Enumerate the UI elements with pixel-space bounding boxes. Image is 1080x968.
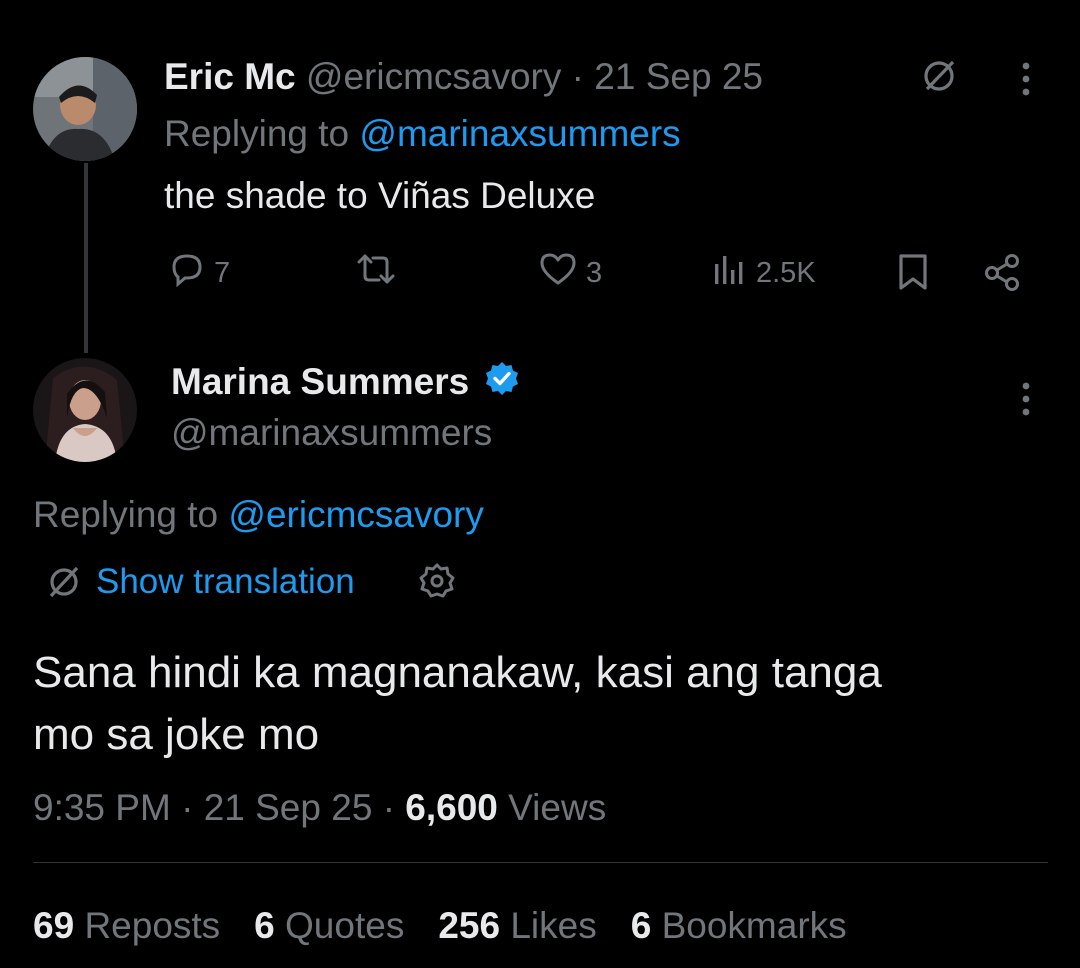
- main-meta-separator: ·: [181, 787, 194, 828]
- stat-likes[interactable]: 256 Likes: [438, 905, 596, 947]
- main-author-name[interactable]: Marina Summers: [171, 361, 469, 402]
- reply-more-icon[interactable]: [1010, 56, 1042, 102]
- main-tweet-meta: 9:35 PM · 21 Sep 25 · 6,600 Views: [33, 787, 606, 829]
- settings-icon[interactable]: [416, 560, 458, 602]
- thread-connector: [84, 163, 88, 353]
- main-tweet-date[interactable]: 21 Sep 25: [204, 787, 373, 828]
- stat-reposts[interactable]: 69 Reposts: [33, 905, 220, 947]
- reply-replying-prefix: Replying to: [164, 113, 360, 154]
- main-replying-prefix: Replying to: [33, 494, 229, 535]
- main-views-count: 6,600: [405, 787, 498, 828]
- share-icon[interactable]: [980, 250, 1024, 294]
- stat-bookmarks-label: Bookmarks: [661, 905, 847, 946]
- stat-likes-count: 256: [438, 905, 501, 946]
- stat-quotes-label: Quotes: [285, 905, 405, 946]
- reply-replying-handle[interactable]: @marinaxsummers: [359, 113, 680, 154]
- stat-reposts-count: 69: [33, 905, 75, 946]
- stat-bookmarks[interactable]: 6 Bookmarks: [631, 905, 847, 947]
- reply-author-name[interactable]: Eric Mc: [164, 56, 296, 97]
- like-count: 3: [586, 256, 603, 289]
- reply-tweet-header: Eric Mc @ericmcsavory · 21 Sep 25: [164, 56, 763, 98]
- reply-separator: ·: [571, 56, 584, 97]
- divider: [33, 862, 1048, 863]
- reply-count: 7: [214, 256, 231, 289]
- stat-quotes-count: 6: [254, 905, 275, 946]
- avatar-eric[interactable]: [33, 57, 137, 161]
- reply-date[interactable]: 21 Sep 25: [594, 56, 763, 97]
- views-count: 2.5K: [756, 256, 816, 289]
- stat-likes-label: Likes: [510, 905, 597, 946]
- main-more-icon[interactable]: [1010, 376, 1042, 422]
- repost-icon: [355, 250, 397, 296]
- translate-icon: [44, 562, 84, 602]
- main-author-handle[interactable]: @marinaxsummers: [171, 412, 492, 454]
- avatar-marina[interactable]: [33, 358, 137, 462]
- reply-author-handle[interactable]: @ericmcsavory: [306, 56, 561, 97]
- reply-replying-to: Replying to @marinaxsummers: [164, 113, 681, 155]
- main-author-name-row: Marina Summers: [171, 360, 521, 407]
- main-replying-handle[interactable]: @ericmcsavory: [228, 494, 483, 535]
- stat-reposts-label: Reposts: [84, 905, 221, 946]
- engagement-stats: 69 Reposts 6 Quotes 256 Likes 6 Bookmark…: [33, 905, 847, 947]
- like-icon: [538, 250, 578, 296]
- bookmark-icon[interactable]: [893, 250, 933, 294]
- main-tweet-text-line2: mo sa joke mo: [33, 710, 320, 759]
- repost-action-button[interactable]: [355, 250, 405, 296]
- main-views-label: Views: [508, 787, 607, 828]
- stat-quotes[interactable]: 6 Quotes: [254, 905, 404, 947]
- reply-tweet-text: the shade to Viñas Deluxe: [164, 175, 596, 216]
- main-tweet-text: Sana hindi ka magnanakaw, kasi ang tanga…: [33, 642, 882, 766]
- main-tweet-text-line1: Sana hindi ka magnanakaw, kasi ang tanga: [33, 648, 882, 697]
- views-icon: [712, 250, 748, 296]
- reply-icon: [168, 250, 206, 296]
- show-translation-link[interactable]: Show translation: [96, 562, 355, 602]
- grok-icon[interactable]: [916, 53, 962, 99]
- main-tweet-time[interactable]: 9:35 PM: [33, 787, 171, 828]
- stat-bookmarks-count: 6: [630, 905, 652, 946]
- reply-action-button[interactable]: 7: [168, 250, 230, 296]
- like-action-button[interactable]: 3: [538, 250, 602, 296]
- views-action-button[interactable]: 2.5K: [712, 250, 816, 296]
- verified-badge-icon[interactable]: [483, 360, 521, 407]
- main-meta-separator-2: ·: [382, 787, 396, 828]
- main-replying-to: Replying to @ericmcsavory: [33, 494, 484, 536]
